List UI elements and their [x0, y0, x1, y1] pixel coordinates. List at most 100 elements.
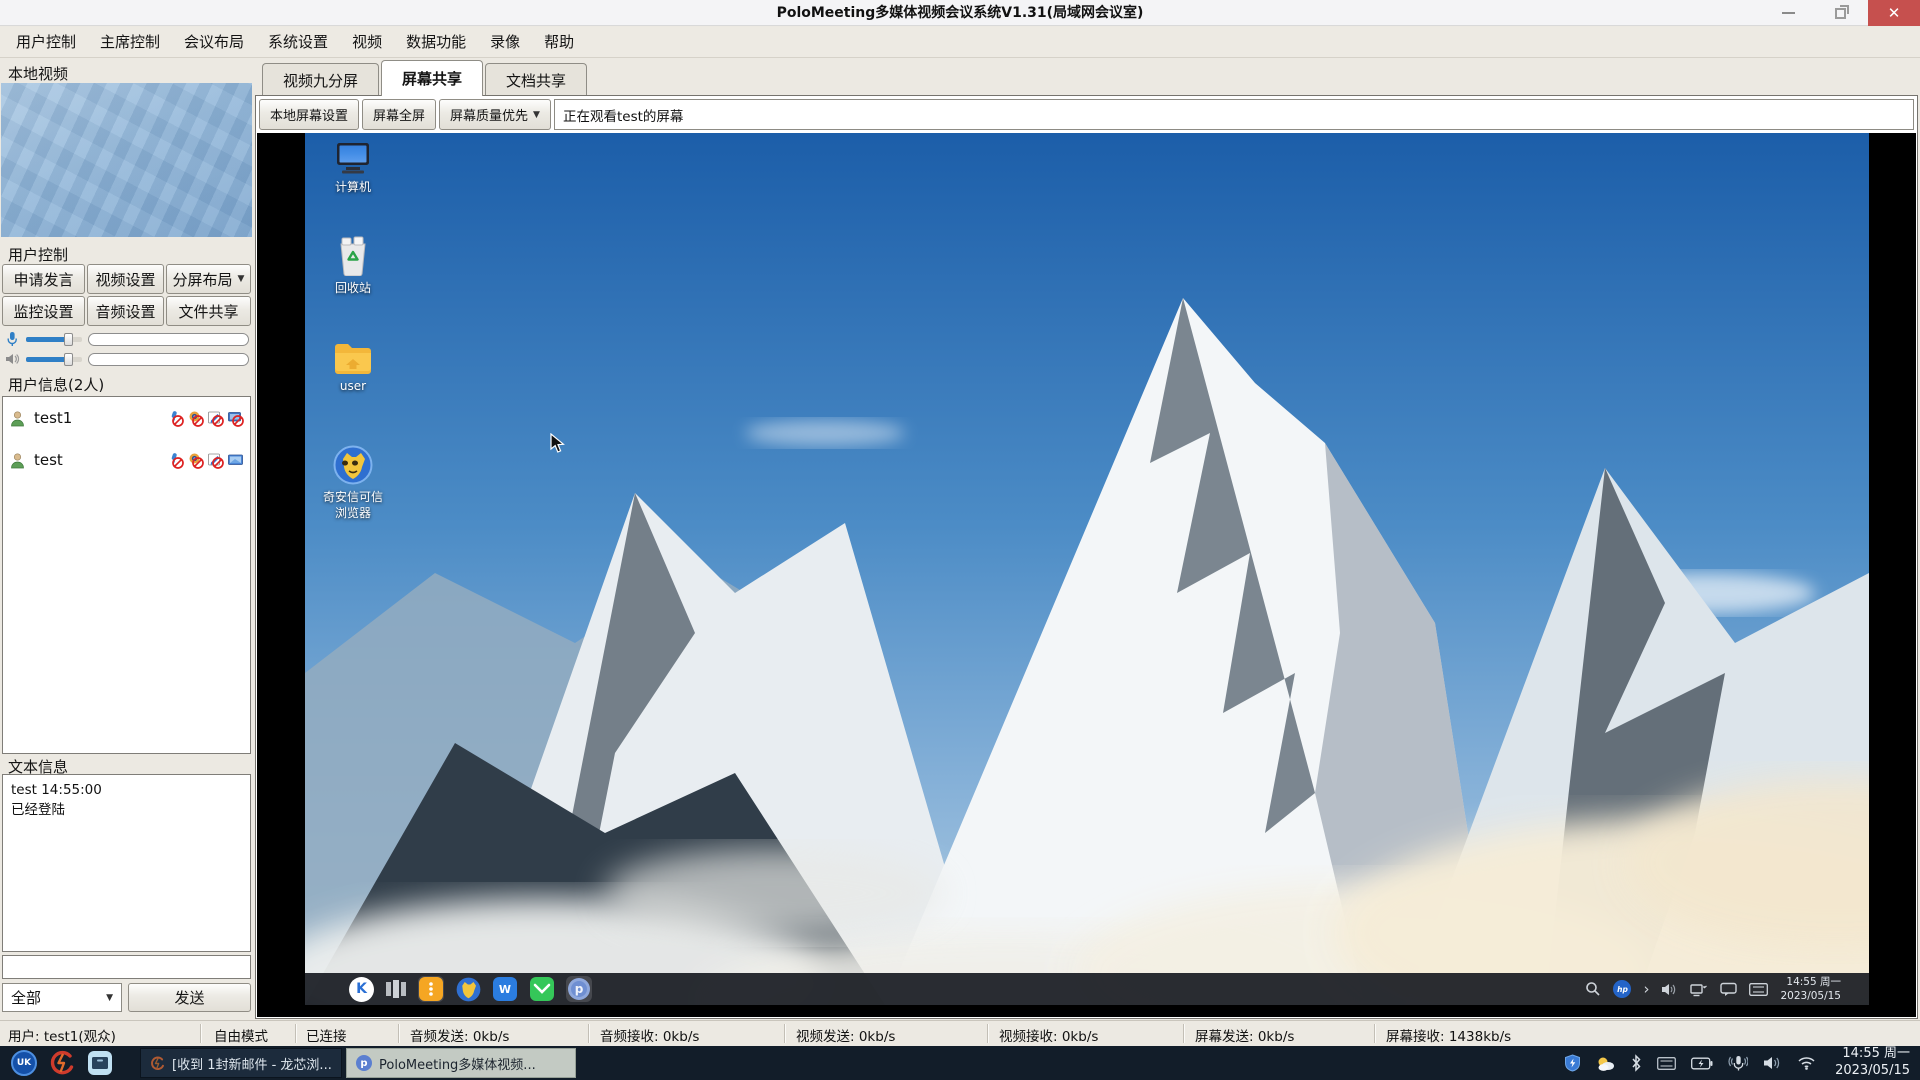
remote-mail-icon[interactable] — [529, 976, 555, 1002]
microphone-icon — [4, 331, 20, 347]
host-browser-icon[interactable] — [48, 1049, 76, 1077]
camera-muted-icon[interactable] — [187, 410, 204, 427]
video-settings-button[interactable]: 视频设置 — [87, 264, 164, 294]
minimize-button[interactable] — [1766, 0, 1810, 26]
mouse-cursor — [550, 433, 568, 453]
tab-video-nine-split[interactable]: 视频九分屏 — [262, 63, 379, 96]
remote-clock[interactable]: 14:55 周一 2023/05/15 — [1780, 975, 1841, 1003]
shared-screen-viewport: 计算机 回收站 u — [257, 133, 1916, 1017]
remote-start-button[interactable]: K — [349, 977, 374, 1002]
tab-document-share[interactable]: 文档共享 — [485, 63, 587, 96]
hp-tray-icon[interactable]: hp — [1613, 980, 1631, 998]
desktop-icon-qianxin-browser[interactable]: 奇安信可信 浏览器 — [319, 445, 387, 521]
mic-muted-icon[interactable] — [167, 452, 184, 469]
status-user: 用户: test1(观众) — [8, 1025, 116, 1045]
remote-polomeeting-icon[interactable]: p — [566, 976, 592, 1002]
desktop-icon-recycle-bin[interactable]: 回收站 — [319, 236, 387, 297]
menu-bar: 用户控制 主席控制 会议布局 系统设置 视频 数据功能 录像 帮助 — [0, 27, 1920, 58]
status-bar: 用户: test1(观众) 自由模式 已连接 音频发送: 0kb/s 音频接收:… — [0, 1020, 1920, 1046]
screen-quality-select[interactable]: 屏幕质量优先▼ — [439, 99, 551, 130]
remote-wps-icon[interactable]: W — [492, 976, 518, 1002]
menu-help[interactable]: 帮助 — [532, 27, 586, 58]
chat-icon[interactable] — [1720, 982, 1737, 997]
file-share-button[interactable]: 文件共享 — [166, 296, 251, 326]
keyboard-icon[interactable] — [1749, 983, 1768, 996]
weather-icon[interactable] — [1596, 1055, 1615, 1072]
keyboard-icon[interactable] — [1657, 1057, 1676, 1070]
desktop-icon-user-folder[interactable]: user — [319, 341, 387, 395]
menu-user-control[interactable]: 用户控制 — [4, 27, 88, 58]
host-start-button[interactable]: UK — [10, 1049, 38, 1077]
chat-input[interactable] — [2, 955, 251, 979]
microphone-tray-icon[interactable] — [1728, 1055, 1748, 1071]
viewing-status-text: 正在观看test的屏幕 — [554, 99, 1914, 130]
remote-desktop: 计算机 回收站 u — [305, 133, 1869, 1005]
window-title: PoloMeeting多媒体视频会议系统V1.31(局域网会议室) — [0, 0, 1920, 26]
desktop-icon-computer[interactable]: 计算机 — [319, 141, 387, 196]
monitor-settings-button[interactable]: 监控设置 — [2, 296, 85, 326]
host-filemanager-icon[interactable] — [86, 1049, 114, 1077]
remote-browser-icon[interactable] — [455, 976, 481, 1002]
mountain-wallpaper — [305, 133, 1869, 1005]
host-tray: 14:55 周一 2023/05/15 — [1564, 1046, 1910, 1080]
menu-system-settings[interactable]: 系统设置 — [256, 27, 340, 58]
close-button[interactable]: ✕ — [1868, 0, 1920, 26]
minimize-icon — [1782, 12, 1795, 14]
screen-share-active-icon[interactable] — [227, 452, 244, 469]
speaker-tray-icon[interactable] — [1763, 1055, 1782, 1071]
user-name: test1 — [34, 409, 167, 427]
edit-muted-icon[interactable] — [207, 410, 224, 427]
bluetooth-icon[interactable] — [1630, 1054, 1642, 1072]
remote-filemanager-icon[interactable] — [418, 976, 444, 1002]
split-layout-button[interactable]: 分屏布局▼ — [166, 264, 251, 294]
security-shield-icon[interactable] — [1564, 1054, 1581, 1072]
user-list: test1 — [2, 396, 251, 754]
search-icon[interactable] — [1585, 981, 1601, 997]
restore-icon — [1835, 8, 1846, 19]
send-button[interactable]: 发送 — [128, 983, 251, 1012]
local-screen-settings-button[interactable]: 本地屏幕设置 — [259, 99, 359, 130]
menu-video[interactable]: 视频 — [340, 27, 394, 58]
speaker-icon — [4, 351, 20, 367]
tab-screen-share[interactable]: 屏幕共享 — [381, 60, 483, 96]
speaker-level-bar — [88, 353, 249, 366]
menu-chair-control[interactable]: 主席控制 — [88, 27, 172, 58]
mic-muted-icon[interactable] — [167, 410, 184, 427]
share-toolbar: 本地屏幕设置 屏幕全屏 屏幕质量优先▼ 正在观看test的屏幕 — [259, 99, 1914, 130]
edit-muted-icon[interactable] — [207, 452, 224, 469]
user-row-test[interactable]: test — [9, 449, 244, 471]
network-icon[interactable] — [1690, 982, 1708, 997]
status-screen-send: 屏幕发送: 0kb/s — [1195, 1025, 1294, 1045]
mic-volume-row — [4, 331, 249, 347]
menu-data-functions[interactable]: 数据功能 — [394, 27, 478, 58]
folder-icon — [333, 341, 373, 374]
speaker-volume-slider[interactable] — [26, 357, 82, 362]
restore-button[interactable] — [1818, 0, 1862, 26]
menu-recording[interactable]: 录像 — [478, 27, 532, 58]
request-speak-button[interactable]: 申请发言 — [2, 264, 85, 294]
screen-muted-icon[interactable] — [227, 410, 244, 427]
wifi-icon[interactable] — [1797, 1056, 1816, 1070]
task-button-polomeeting[interactable]: p PoloMeeting多媒体视频... — [346, 1048, 576, 1078]
mic-volume-slider[interactable] — [26, 337, 82, 342]
remote-taskbar: K — [305, 973, 1869, 1005]
camera-muted-icon[interactable] — [187, 452, 204, 469]
audio-settings-button[interactable]: 音频设置 — [87, 296, 164, 326]
volume-icon[interactable] — [1661, 982, 1678, 997]
browser-icon — [333, 445, 373, 485]
status-mode: 自由模式 — [214, 1025, 268, 1045]
task-button-mail[interactable]: [收到 1封新邮件 - 龙芯浏... — [140, 1048, 342, 1078]
recipient-select[interactable]: 全部 ▼ — [2, 983, 122, 1012]
status-connection: 已连接 — [306, 1025, 347, 1045]
user-avatar-icon — [9, 410, 26, 427]
tray-expand-icon[interactable]: › — [1643, 980, 1649, 998]
menu-meeting-layout[interactable]: 会议布局 — [172, 27, 256, 58]
chat-history[interactable]: test 14:55:00 已经登陆 — [2, 774, 251, 952]
speaker-volume-row — [4, 351, 249, 367]
user-row-test1[interactable]: test1 — [9, 407, 244, 429]
battery-icon[interactable] — [1691, 1057, 1713, 1070]
host-clock[interactable]: 14:55 周一 2023/05/15 — [1835, 1046, 1910, 1080]
screen-fullscreen-button[interactable]: 屏幕全屏 — [362, 99, 436, 130]
task-view-icon[interactable] — [385, 979, 407, 999]
app-window: PoloMeeting多媒体视频会议系统V1.31(局域网会议室) ✕ 用户控制… — [0, 0, 1920, 1080]
